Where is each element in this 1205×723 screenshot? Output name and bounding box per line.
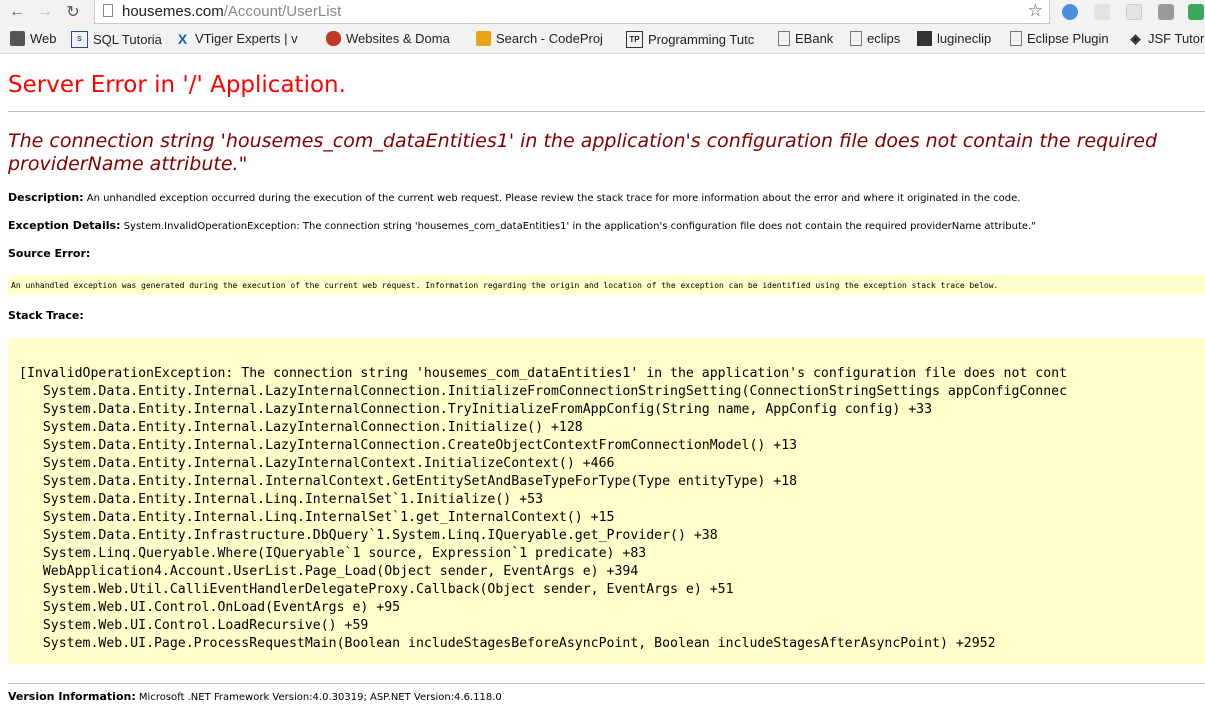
title-divider [8, 111, 1205, 112]
vtiger-icon: X [177, 30, 188, 47]
bookmark-ebank[interactable]: EBank [778, 31, 833, 46]
lugineclip-icon [917, 31, 932, 46]
bookmark-eclipse-plugin[interactable]: Eclipse Plugin [1010, 31, 1109, 46]
exception-label: Exception Details: [8, 219, 121, 232]
programming-icon: TP [626, 31, 643, 48]
stack-trace-label: Stack Trace: [8, 309, 84, 322]
page-icon [103, 4, 113, 17]
exception-details-line: Exception Details: System.InvalidOperati… [8, 219, 1036, 232]
forward-arrow-icon[interactable]: → [34, 2, 56, 22]
bookmark-label: Websites & Doma [346, 31, 450, 46]
bookmarks-bar: Web S SQL Tutoria X VTiger Experts | v Web… [0, 25, 1205, 54]
extension-cloud-icon[interactable] [1094, 4, 1110, 20]
bookmark-eclips[interactable]: eclips [850, 31, 900, 46]
bookmark-label: Eclipse Plugin [1027, 31, 1109, 46]
stack-trace-text: [InvalidOperationException: The connecti… [19, 366, 1068, 651]
url-host: housemes.com [122, 3, 224, 20]
extension-check-icon[interactable] [1188, 4, 1204, 20]
bookmark-label: VTiger Experts | v [195, 31, 298, 46]
description-line: Description: An unhandled exception occu… [8, 191, 1020, 204]
stack-trace-heading: Stack Trace: [8, 309, 84, 322]
source-error-text: An unhandled exception was generated dur… [11, 281, 999, 290]
codeproject-icon [476, 31, 491, 46]
reload-icon[interactable]: ↻ [62, 2, 84, 22]
document-icon [1010, 31, 1022, 46]
address-bar[interactable]: housemes.com/Account/UserList ☆ [94, 0, 1050, 24]
jsf-icon: ◈ [1130, 30, 1141, 46]
version-text: Microsoft .NET Framework Version:4.0.303… [138, 692, 502, 703]
version-line: Version Information: Microsoft .NET Fram… [8, 690, 502, 703]
bookmark-lugineclip[interactable]: lugineclip [917, 31, 991, 46]
bookmark-label: lugineclip [937, 31, 992, 46]
page-icon [850, 31, 862, 46]
bookmark-web[interactable]: Web [10, 31, 57, 46]
back-arrow-icon[interactable]: ← [6, 2, 28, 22]
stack-trace-box[interactable]: [InvalidOperationException: The connecti… [8, 338, 1205, 664]
bookmark-sql-tutorial[interactable]: S SQL Tutoria [71, 31, 162, 48]
error-message: The connection string 'housemes_com_data… [8, 130, 1158, 175]
browser-toolbar: ← → ↻ housemes.com/Account/UserList ☆ [0, 0, 1205, 25]
bookmark-label: JSF Tutori [1148, 31, 1205, 46]
source-error-box: An unhandled exception was generated dur… [8, 275, 1205, 295]
version-label: Version Information: [8, 690, 136, 703]
bookmark-codeproject[interactable]: Search - CodeProj [476, 31, 603, 46]
description-text: An unhandled exception occurred during t… [86, 193, 1021, 204]
bookmark-label: EBank [795, 31, 834, 46]
bookmark-label: Programming Tutc [648, 32, 755, 47]
page-icon [778, 31, 790, 46]
bookmark-label: Search - CodeProj [496, 31, 603, 46]
bookmark-label: SQL Tutoria [93, 32, 162, 47]
extension-sync-icon[interactable] [1062, 4, 1078, 20]
bookmark-star-icon[interactable]: ☆ [1028, 1, 1043, 21]
bookmark-websites[interactable]: Websites & Doma [326, 31, 450, 46]
bookmark-label: Web [30, 31, 57, 46]
bookmark-programming[interactable]: TP Programming Tutc [626, 31, 754, 48]
source-error-heading: Source Error: [8, 247, 90, 260]
folder-icon [10, 31, 25, 46]
version-divider [8, 683, 1205, 684]
url-path: /Account/UserList [223, 3, 342, 20]
exception-text: System.InvalidOperationException: The co… [123, 221, 1036, 232]
description-label: Description: [8, 191, 84, 204]
page-title: Server Error in '/' Application. [8, 72, 346, 98]
bookmark-vtiger[interactable]: X VTiger Experts | v [175, 30, 298, 47]
extension-image-icon[interactable] [1158, 4, 1174, 20]
sql-icon: S [71, 31, 88, 48]
bookmark-jsf-tutorial[interactable]: ◈ JSF Tutori [1128, 30, 1205, 47]
source-error-label: Source Error: [8, 247, 91, 260]
extension-window-icon[interactable] [1126, 4, 1142, 20]
bug-icon [326, 31, 341, 46]
address-url[interactable]: housemes.com/Account/UserList [122, 3, 341, 20]
bookmark-label: eclips [867, 31, 901, 46]
